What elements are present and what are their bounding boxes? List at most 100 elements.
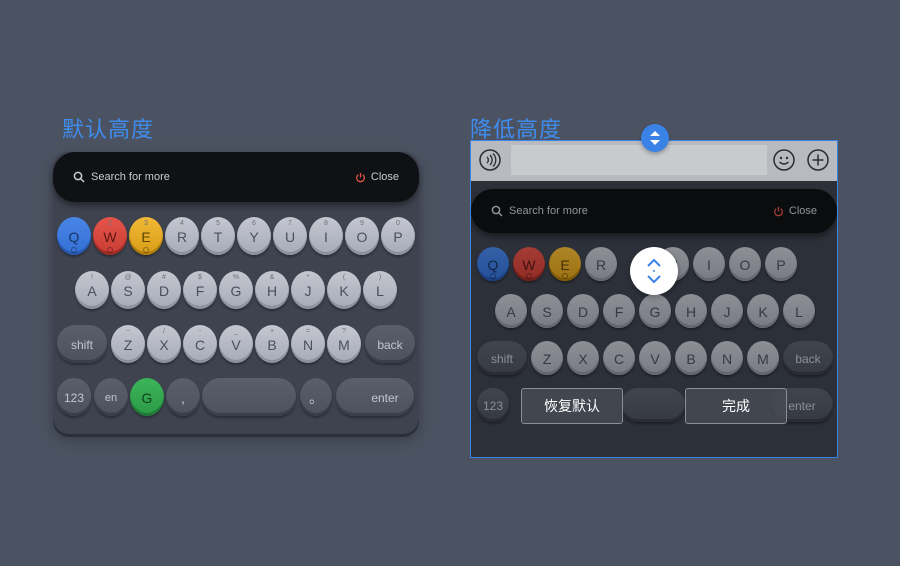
key-v[interactable]: _ V [219, 325, 253, 363]
key-k[interactable]: K [747, 294, 779, 328]
key-label: V [650, 351, 660, 367]
key-g[interactable]: G [639, 294, 671, 328]
period-key[interactable]: 。 [300, 378, 332, 416]
key-u[interactable]: 7U [273, 217, 307, 255]
key-label: F [195, 283, 205, 299]
enter-key[interactable]: enter [336, 378, 414, 416]
shift-key[interactable]: shift [57, 325, 107, 363]
shift-key[interactable]: shift [477, 341, 527, 375]
key-s[interactable]: @ S [111, 271, 145, 309]
space-key[interactable] [621, 388, 685, 422]
g-key[interactable]: G [130, 378, 164, 416]
close-button[interactable]: Close [773, 205, 817, 217]
key-secondary-label: & [269, 274, 275, 281]
key-indicator-icon [143, 247, 149, 253]
resize-handle-top[interactable] [641, 124, 669, 152]
key-m[interactable]: ? M [327, 325, 361, 363]
voice-icon[interactable] [479, 149, 501, 171]
comma-label: , [181, 390, 185, 406]
key-p[interactable]: P [765, 247, 797, 281]
key-j[interactable]: * J [291, 271, 325, 309]
search-icon [73, 171, 85, 183]
key-q[interactable]: Q [477, 247, 509, 281]
key-secondary-label: ? [342, 328, 346, 335]
key-d[interactable]: # D [147, 271, 181, 309]
key-secondary-label: 2 [108, 220, 112, 227]
done-button[interactable]: 完成 [685, 388, 787, 424]
search-placeholder: Search for more [91, 171, 170, 183]
language-key[interactable]: en [94, 378, 128, 416]
key-r[interactable]: R [585, 247, 617, 281]
search-bar-reduced[interactable]: Search for more Close [471, 189, 837, 233]
key-t[interactable]: 5T [201, 217, 235, 255]
key-i[interactable]: 8I [309, 217, 343, 255]
key-n[interactable]: N [711, 341, 743, 375]
key-a[interactable]: ! A [75, 271, 109, 309]
key-w[interactable]: W [513, 247, 545, 281]
key-e[interactable]: E [549, 247, 581, 281]
search-bar[interactable]: Search for more Close [53, 152, 419, 202]
key-o[interactable]: O [729, 247, 761, 281]
input-area[interactable] [511, 145, 767, 175]
key-e[interactable]: 3E [129, 217, 163, 255]
key-c[interactable]: -C [183, 325, 217, 363]
key-v[interactable]: V [639, 341, 671, 375]
numbers-key[interactable]: 123 [57, 378, 91, 416]
key-q[interactable]: Q [57, 217, 91, 255]
back-key[interactable]: back [365, 325, 415, 363]
key-label: K [339, 283, 349, 299]
restore-default-button[interactable]: 恢复默认 [521, 388, 623, 424]
key-o[interactable]: 9O [345, 217, 379, 255]
emoji-icon[interactable] [773, 149, 795, 171]
key-g[interactable]: % G [219, 271, 253, 309]
key-l[interactable]: L [783, 294, 815, 328]
key-f[interactable]: F [603, 294, 635, 328]
key-w[interactable]: 2W [93, 217, 127, 255]
key-m[interactable]: M [747, 341, 779, 375]
key-y[interactable]: 6Y [237, 217, 271, 255]
key-secondary-label: % [232, 274, 240, 281]
numbers-key[interactable]: 123 [477, 388, 509, 422]
resize-handle-center[interactable] [630, 247, 678, 295]
key-z[interactable]: Z [531, 341, 563, 375]
key-label: W [103, 229, 117, 245]
key-j[interactable]: J [711, 294, 743, 328]
key-r[interactable]: 4R [165, 217, 199, 255]
key-label: 123 [482, 399, 504, 413]
period-label: 。 [309, 390, 323, 406]
key-label: L [795, 304, 803, 320]
plus-icon[interactable] [807, 149, 829, 171]
key-label: O [356, 229, 368, 245]
key-x[interactable]: X [567, 341, 599, 375]
key-z[interactable]: ~ Z [111, 325, 145, 363]
key-s[interactable]: S [531, 294, 563, 328]
key-label: C [194, 337, 206, 353]
key-c[interactable]: C [603, 341, 635, 375]
comma-key[interactable]: , [166, 378, 200, 416]
key-f[interactable]: $ F [183, 271, 217, 309]
key-n[interactable]: = N [291, 325, 325, 363]
key-b[interactable]: B [675, 341, 707, 375]
back-key[interactable]: back [783, 341, 833, 375]
close-button[interactable]: Close [355, 171, 399, 183]
key-p[interactable]: 0P [381, 217, 415, 255]
power-icon [773, 206, 783, 216]
back-label: back [377, 338, 403, 352]
key-label: Y [249, 229, 259, 245]
key-b[interactable]: + B [255, 325, 289, 363]
key-indicator-icon [107, 247, 113, 253]
resize-arrows-icon [647, 258, 661, 284]
key-x[interactable]: / X [147, 325, 181, 363]
key-a[interactable]: A [495, 294, 527, 328]
key-label: J [723, 304, 731, 320]
key-k[interactable]: (K [327, 271, 361, 309]
space-key[interactable] [202, 378, 296, 416]
key-h[interactable]: H [675, 294, 707, 328]
key-d[interactable]: D [567, 294, 599, 328]
key-h[interactable]: & H [255, 271, 289, 309]
key-label: O [739, 257, 751, 273]
key-l[interactable]: ) L [363, 271, 397, 309]
key-i[interactable]: I [693, 247, 725, 281]
key-label: U [284, 229, 296, 245]
key-secondary-label: 3 [144, 220, 148, 227]
